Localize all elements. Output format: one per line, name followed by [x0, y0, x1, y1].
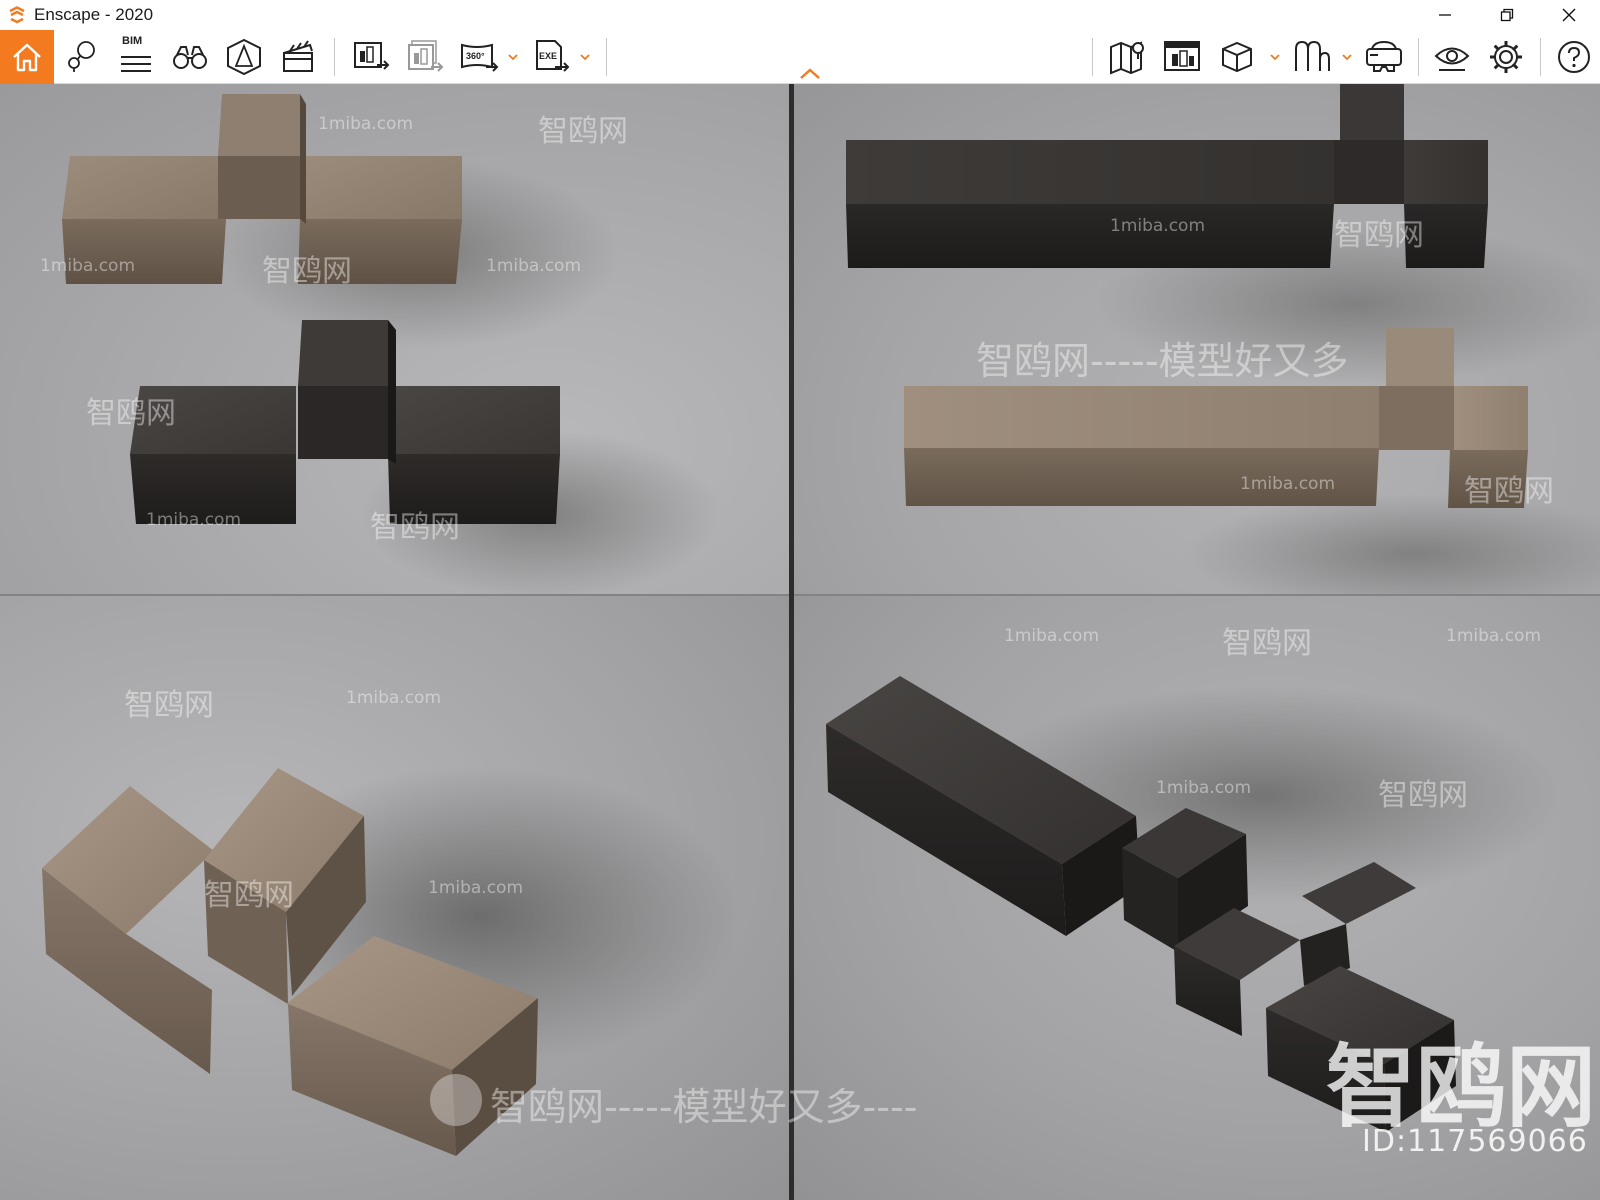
viewport-divider-vertical: [789, 84, 794, 1200]
close-icon: [1562, 8, 1576, 22]
watermark-site: 1miba.com: [1446, 626, 1542, 646]
watermark-brand: 智鸥网: [86, 396, 176, 431]
restore-icon: [1500, 8, 1514, 22]
collapse-toolbar-button[interactable]: [798, 66, 822, 82]
home-button[interactable]: [0, 30, 54, 84]
watermark-site: 1miba.com: [1004, 626, 1100, 646]
location-button[interactable]: [58, 34, 106, 80]
settings-button[interactable]: [1482, 34, 1530, 80]
view-cube-icon: [1222, 41, 1252, 73]
watermark-brand: 智鸥网: [1378, 778, 1468, 813]
bim-button[interactable]: BIM: [112, 34, 160, 80]
screenshot-export-icon: [354, 42, 390, 70]
toolbar-separator: [606, 38, 607, 76]
watermark-brand: 智鸥网: [370, 510, 460, 545]
video-editor-button[interactable]: [274, 34, 322, 80]
batch-render-button[interactable]: [402, 34, 450, 80]
close-button[interactable]: [1538, 0, 1600, 30]
watermark-id: ID:117569066: [1362, 1124, 1588, 1159]
visual-settings-button[interactable]: [1428, 34, 1476, 80]
settings-icon: [1490, 41, 1522, 73]
watermark-site: 1miba.com: [318, 114, 414, 134]
toolbar-separator: [1092, 38, 1093, 76]
toolbar-separator: [334, 38, 335, 76]
screenshot-export-button[interactable]: [348, 34, 396, 80]
binoculars-button[interactable]: [166, 34, 214, 80]
view-cube-button[interactable]: [1212, 34, 1260, 80]
help-icon: [1558, 41, 1590, 73]
watermark-brand: 智鸥网: [1334, 218, 1424, 253]
exe-export-button[interactable]: EXE: [528, 34, 576, 80]
enscape-logo-icon: [6, 4, 28, 26]
title-bar: Enscape - 2020: [0, 0, 1600, 30]
panorama-360-icon: 360°: [461, 43, 499, 72]
material-icon: [1295, 40, 1330, 71]
material-dropdown[interactable]: [1340, 50, 1354, 64]
enscape-window: Enscape - 2020 BIM 360° EXE 1miba.com 智鸥…: [0, 0, 1600, 1200]
watermark-site: 1miba.com: [40, 256, 136, 276]
chevron-down-icon: [1270, 54, 1280, 61]
chevron-down-icon: [1342, 54, 1352, 61]
watermark-site: 1miba.com: [1156, 778, 1252, 798]
material-button[interactable]: [1288, 34, 1336, 80]
vr-headset-button[interactable]: [1360, 34, 1408, 80]
exe-dropdown[interactable]: [578, 50, 592, 64]
panorama-dropdown[interactable]: [506, 50, 520, 64]
watermark-logo-icon: [430, 1074, 482, 1126]
watermark-brand: 智鸥网: [1464, 474, 1554, 509]
batch-render-icon: [408, 40, 444, 72]
minimize-button[interactable]: [1414, 0, 1476, 30]
asset-library-button[interactable]: [1158, 34, 1206, 80]
vr-headset-icon: [1366, 40, 1402, 72]
clapperboard-icon: [283, 40, 313, 72]
watermark-brand: 智鸥网: [262, 254, 352, 289]
watermark-brand: 智鸥网: [124, 688, 214, 723]
watermark-site: 1miba.com: [486, 256, 582, 276]
view-cube-dropdown[interactable]: [1268, 50, 1282, 64]
chevron-up-icon: [800, 68, 820, 79]
watermark-slogan: 智鸥网-----模型好又多: [976, 339, 1349, 383]
minimize-icon: [1439, 14, 1451, 16]
binoculars-icon: [173, 46, 207, 69]
toolbar-separator: [1540, 38, 1541, 76]
viewport-divider-horizontal: [0, 594, 1600, 596]
home-icon: [13, 43, 41, 72]
watermark-site: 1miba.com: [346, 688, 442, 708]
chevron-down-icon: [580, 54, 590, 61]
pano-label: 360°: [466, 51, 485, 61]
location-pin-icon: [68, 41, 95, 72]
restore-button[interactable]: [1476, 0, 1538, 30]
watermark-brand: 智鸥网: [1222, 626, 1312, 661]
visual-settings-icon: [1434, 47, 1470, 71]
perspective-button[interactable]: [220, 34, 268, 80]
watermark-brand: 智鸥网: [204, 878, 294, 913]
watermark-site: 1miba.com: [1240, 474, 1336, 494]
watermark-brand: 智鸥网: [538, 114, 628, 149]
panorama-button[interactable]: 360°: [456, 34, 504, 80]
bim-label: BIM: [122, 35, 143, 47]
watermark-site: 1miba.com: [1110, 216, 1206, 236]
exe-export-icon: EXE: [536, 40, 570, 72]
watermark-site: 1miba.com: [428, 878, 524, 898]
map-icon: [1110, 41, 1144, 75]
toolbar-separator: [1418, 38, 1419, 76]
watermark-site: 1miba.com: [146, 510, 242, 530]
map-button[interactable]: [1104, 34, 1152, 80]
render-viewport[interactable]: 1miba.com 智鸥网 1miba.com 智鸥网 1miba.com 智鸥…: [0, 84, 1600, 1200]
watermark-slogan: 智鸥网-----模型好又多----: [490, 1085, 918, 1129]
perspective-icon: [227, 38, 261, 76]
help-button[interactable]: [1550, 34, 1598, 80]
asset-library-icon: [1164, 41, 1200, 71]
chevron-down-icon: [508, 54, 518, 61]
exe-label: EXE: [539, 51, 557, 61]
window-title: Enscape - 2020: [34, 5, 154, 24]
